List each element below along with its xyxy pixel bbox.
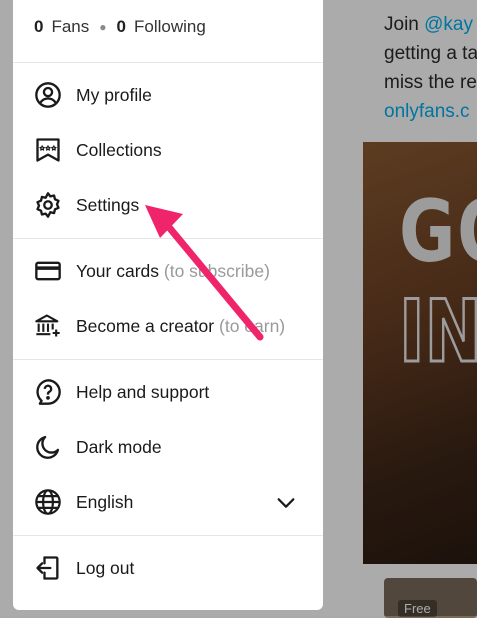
menu-item-label: Help and support [76,381,210,402]
divider [13,62,323,63]
menu-item-logout[interactable]: Log out [13,545,323,591]
separator-dot: ● [99,20,107,34]
menu-item-settings[interactable]: Settings [13,182,323,228]
moon-icon [34,433,62,461]
menu-item-label: Your cards (to subscribe) [76,260,270,281]
menu-item-label: Become a creator (to earn) [76,315,286,336]
chevron-down-icon[interactable] [275,492,297,514]
menu-item-label: Collections [76,139,162,160]
following-count[interactable]: 0 [117,17,126,37]
divider [13,359,323,360]
credit-card-icon [34,257,62,285]
menu-item-dark-mode[interactable]: Dark mode [13,424,323,470]
account-menu: 0 Fans ● 0 Following My profile Collecti… [13,0,323,610]
menu-item-label: Dark mode [76,436,162,457]
gear-icon [34,191,62,219]
help-bubble-icon [34,378,62,406]
menu-item-hint: (to subscribe) [163,260,270,281]
menu-item-label: My profile [76,84,152,105]
divider [13,238,323,239]
menu-item-my-profile[interactable]: My profile [13,72,323,118]
logout-icon [34,554,62,582]
bookmark-stars-icon [34,136,62,164]
menu-item-collections[interactable]: Collections [13,127,323,173]
following-label[interactable]: Following [134,17,206,37]
menu-item-hint: (to earn) [219,315,286,336]
menu-item-label: English [76,491,134,512]
menu-item-help[interactable]: Help and support [13,369,323,415]
menu-item-label: Log out [76,557,135,578]
menu-item-become-creator[interactable]: Become a creator (to earn) [13,303,323,349]
bank-plus-icon [34,312,62,340]
follow-stats: 0 Fans ● 0 Following [34,13,206,41]
globe-icon [34,488,62,516]
menu-item-label: Settings [76,194,140,215]
fans-label[interactable]: Fans [51,17,89,37]
menu-item-your-cards[interactable]: Your cards (to subscribe) [13,248,323,294]
menu-item-language[interactable]: English [13,479,323,525]
fans-count[interactable]: 0 [34,17,43,37]
user-circle-icon [34,81,62,109]
divider [13,535,323,536]
